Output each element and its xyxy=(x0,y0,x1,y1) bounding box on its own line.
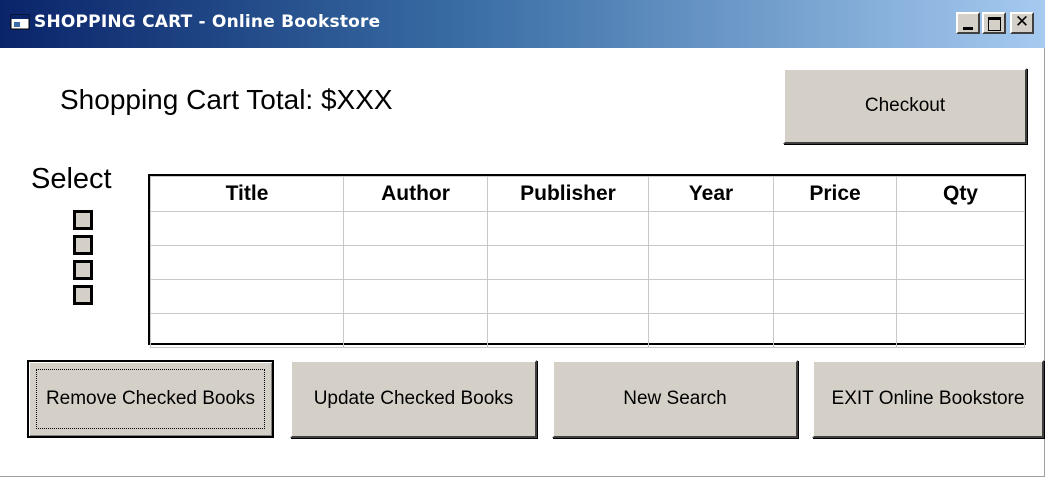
grid-cell[interactable] xyxy=(773,279,897,314)
table-row[interactable] xyxy=(150,279,1025,314)
application-icon xyxy=(10,14,30,30)
update-checked-books-button[interactable]: Update Checked Books xyxy=(290,360,537,438)
select-label: Select xyxy=(31,163,112,195)
minimize-button[interactable] xyxy=(956,12,980,34)
new-search-button[interactable]: New Search xyxy=(552,360,798,438)
grid-cell[interactable] xyxy=(487,279,649,314)
grid-cell[interactable] xyxy=(487,313,649,348)
cart-grid[interactable]: Title Author Publisher Year Price Qty xyxy=(148,174,1026,348)
grid-cell[interactable] xyxy=(487,211,649,246)
grid-cell[interactable] xyxy=(648,211,774,246)
grid-cell[interactable] xyxy=(648,279,774,314)
grid-cell[interactable] xyxy=(150,245,344,280)
close-button[interactable]: ✕ xyxy=(1010,12,1034,34)
grid-cell[interactable] xyxy=(648,245,774,280)
cart-total-label: Shopping Cart Total: $XXX xyxy=(60,84,393,115)
grid-cell[interactable] xyxy=(773,245,897,280)
grid-cell[interactable] xyxy=(343,279,488,314)
grid-cell[interactable] xyxy=(896,279,1025,314)
select-checkbox-1[interactable] xyxy=(73,210,93,230)
focus-rectangle xyxy=(36,369,265,429)
table-row[interactable] xyxy=(150,313,1025,348)
grid-cell[interactable] xyxy=(343,211,488,246)
column-header-price: Price xyxy=(773,176,897,212)
grid-header-row: Title Author Publisher Year Price Qty xyxy=(150,176,1025,212)
grid-cell[interactable] xyxy=(896,313,1025,348)
grid-cell[interactable] xyxy=(487,245,649,280)
grid-cell[interactable] xyxy=(150,279,344,314)
grid-cell[interactable] xyxy=(150,211,344,246)
column-header-title: Title xyxy=(150,176,344,212)
column-header-publisher: Publisher xyxy=(487,176,649,212)
table-row[interactable] xyxy=(150,211,1025,246)
column-header-author: Author xyxy=(343,176,488,212)
exit-online-bookstore-button[interactable]: EXIT Online Bookstore xyxy=(812,360,1044,438)
minimize-icon xyxy=(963,27,973,30)
select-checkbox-3[interactable] xyxy=(73,260,93,280)
maximize-button[interactable] xyxy=(982,12,1006,34)
close-icon: ✕ xyxy=(1014,12,1030,32)
grid-cell[interactable] xyxy=(773,313,897,348)
select-checkbox-group xyxy=(73,210,95,310)
window-title: SHOPPING CART - Online Bookstore xyxy=(34,12,381,32)
grid-cell[interactable] xyxy=(343,245,488,280)
table-row[interactable] xyxy=(150,245,1025,280)
shopping-cart-window: SHOPPING CART - Online Bookstore ✕ Shopp… xyxy=(0,0,1045,477)
remove-checked-books-button[interactable]: Remove Checked Books xyxy=(27,360,274,438)
select-checkbox-2[interactable] xyxy=(73,235,93,255)
column-header-qty: Qty xyxy=(896,176,1025,212)
grid-cell[interactable] xyxy=(150,313,344,348)
grid-cell[interactable] xyxy=(773,211,897,246)
select-checkbox-4[interactable] xyxy=(73,285,93,305)
checkout-button[interactable]: Checkout xyxy=(783,68,1027,144)
grid-cell[interactable] xyxy=(648,313,774,348)
maximize-icon xyxy=(988,17,1001,31)
grid-cell[interactable] xyxy=(343,313,488,348)
column-header-year: Year xyxy=(648,176,774,212)
grid-cell[interactable] xyxy=(896,245,1025,280)
grid-cell[interactable] xyxy=(896,211,1025,246)
title-bar[interactable]: SHOPPING CART - Online Bookstore ✕ xyxy=(0,0,1045,48)
